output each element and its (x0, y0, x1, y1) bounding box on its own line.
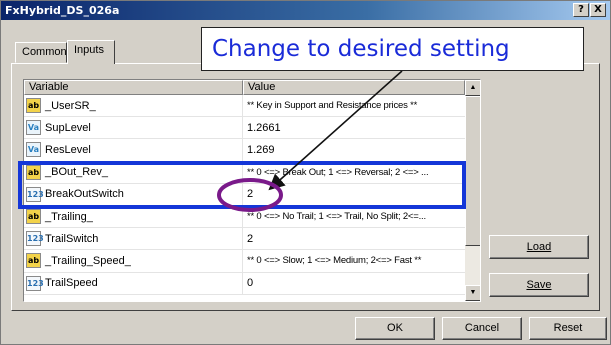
close-button[interactable]: X (590, 3, 606, 17)
table-row[interactable]: Va ResLevel 1.269 (24, 139, 465, 162)
save-button-label: Save (526, 279, 552, 291)
cancel-button[interactable]: Cancel (442, 317, 522, 340)
variable-value: 2 (247, 232, 254, 245)
string-type-icon: ab (26, 98, 41, 114)
scroll-up-button[interactable]: ▲ (465, 80, 480, 96)
window-title: FxHybrid_DS_026a (5, 4, 120, 17)
string-type-icon: ab (26, 253, 41, 269)
help-button[interactable]: ? (573, 3, 589, 17)
variable-cell[interactable]: ab _UserSR_ (24, 95, 243, 117)
string-type-icon: ab (26, 209, 41, 225)
variable-cell[interactable]: Va SupLevel (24, 117, 243, 139)
value-cell[interactable]: 1.2661 (243, 117, 465, 138)
variable-name: _UserSR_ (45, 99, 96, 112)
value-cell[interactable]: ** 0 <=> No Trail; 1 <=> Trail, No Split… (243, 206, 465, 227)
column-header-variable[interactable]: Variable (24, 80, 243, 95)
variable-name: SupLevel (45, 121, 91, 134)
value-cell[interactable]: ** Key in Support and Resistance prices … (243, 95, 465, 116)
table-row[interactable]: ab _Trailing_Speed_ ** 0 <=> Slow; 1 <=> M… (24, 250, 465, 273)
value-cell[interactable]: 2 (243, 228, 465, 249)
table-row[interactable]: ab _UserSR_ ** Key in Support and Resistan… (24, 95, 465, 118)
annotation-callout: Change to desired setting (201, 27, 584, 71)
integer-type-icon: 123 (26, 275, 44, 291)
value-cell[interactable]: ** 0 <=> Slow; 1 <=> Medium; 2<=> Fast *… (243, 250, 465, 271)
load-button[interactable]: Load (489, 235, 589, 259)
tab-common[interactable]: Common (15, 42, 67, 63)
variable-value: ** 0 <=> Slow; 1 <=> Medium; 2<=> Fast *… (247, 255, 422, 267)
variable-cell[interactable]: 123 TrailSwitch (24, 228, 243, 250)
variable-cell[interactable]: 123 TrailSpeed (24, 272, 243, 294)
double-type-icon: Va (26, 120, 41, 136)
table-row[interactable]: ab _Trailing_ ** 0 <=> No Trail; 1 <=> Tra… (24, 205, 465, 229)
reset-button[interactable]: Reset (529, 317, 607, 340)
value-cell[interactable]: 0 (243, 273, 465, 294)
annotation-highlight-box (18, 161, 466, 209)
variable-name: _Trailing_ (45, 210, 93, 223)
variable-cell[interactable]: Va ResLevel (24, 139, 243, 161)
table-row[interactable]: 123 TrailSpeed 0 (24, 272, 465, 295)
variable-name: ResLevel (45, 143, 91, 156)
variable-value: 1.2661 (247, 121, 281, 134)
vertical-scrollbar[interactable]: ▲ ▼ (465, 80, 480, 301)
variable-cell[interactable]: ab _Trailing_Speed_ (24, 250, 243, 272)
variable-value: ** 0 <=> No Trail; 1 <=> Trail, No Split… (247, 211, 426, 223)
ok-button[interactable]: OK (355, 317, 435, 340)
grid-header: Variable Value (24, 80, 465, 95)
variable-value: 0 (247, 277, 254, 290)
load-button-label: Load (526, 241, 552, 253)
variable-name: _Trailing_Speed_ (45, 254, 131, 267)
scroll-thumb[interactable] (465, 96, 480, 246)
value-cell[interactable]: 1.269 (243, 139, 465, 160)
save-button[interactable]: Save (489, 273, 589, 297)
tab-inputs[interactable]: Inputs (67, 40, 115, 64)
table-row[interactable]: Va SupLevel 1.2661 (24, 117, 465, 140)
scroll-down-button[interactable]: ▼ (465, 285, 480, 301)
variable-value: ** Key in Support and Resistance prices … (247, 100, 418, 112)
variable-value: 1.269 (247, 143, 275, 156)
integer-type-icon: 123 (26, 231, 44, 247)
variable-name: TrailSwitch (45, 232, 99, 245)
variable-cell[interactable]: ab _Trailing_ (24, 205, 243, 228)
title-bar: FxHybrid_DS_026a ? X (1, 1, 610, 20)
column-header-value[interactable]: Value (243, 80, 465, 95)
table-row[interactable]: 123 TrailSwitch 2 (24, 228, 465, 251)
double-type-icon: Va (26, 142, 41, 158)
variable-name: TrailSpeed (45, 277, 98, 290)
